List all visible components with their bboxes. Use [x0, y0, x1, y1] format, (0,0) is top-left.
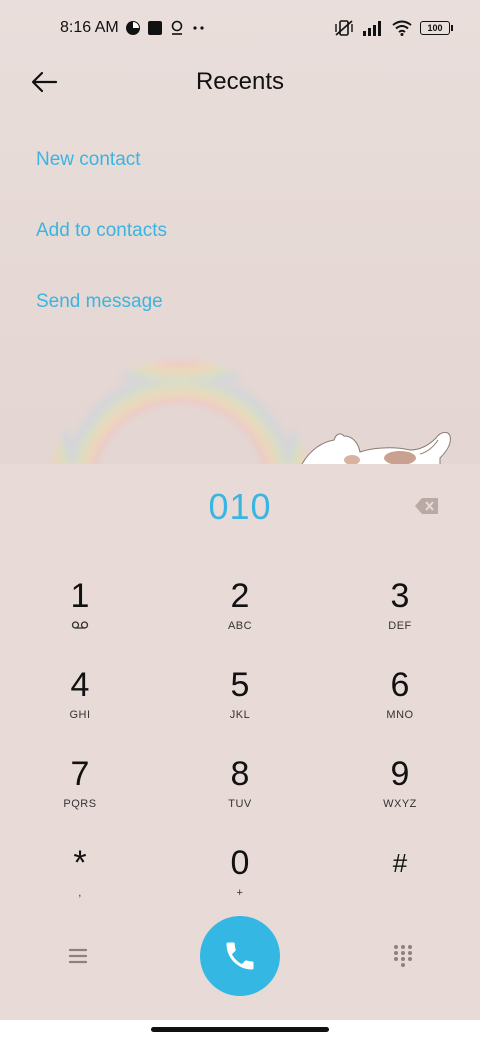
more-dots-icon	[191, 20, 207, 36]
key-letters: ABC	[227, 620, 253, 632]
new-contact-link[interactable]: New contact	[36, 140, 167, 211]
wifi-icon	[392, 20, 412, 36]
key-2[interactable]: 2 ABC	[160, 576, 320, 665]
backspace-icon	[415, 498, 438, 514]
menu-button[interactable]	[66, 946, 90, 966]
key-digit: 0	[230, 844, 250, 882]
key-digit: 8	[230, 755, 250, 793]
dialed-number: 010	[208, 486, 272, 527]
data-saver-icon	[125, 20, 141, 36]
dialpad-icon	[394, 945, 412, 967]
key-letters: PQRS	[63, 798, 97, 810]
key-letters: GHI	[69, 709, 91, 721]
key-digit: *	[73, 844, 87, 882]
signal-icon	[362, 20, 384, 36]
square-notification-icon	[147, 20, 163, 36]
key-8[interactable]: 8 TUV	[160, 754, 320, 843]
key-letters: DEF	[388, 620, 412, 632]
key-letters: +	[236, 887, 244, 899]
key-digit: 3	[390, 577, 410, 615]
mute-vibrate-icon	[334, 19, 354, 37]
header: Recents	[0, 56, 480, 108]
key-digit: 2	[230, 577, 250, 615]
dial-pad: 010 1 2 ABC 3 DEF 4 GHI 5 JKL 6 MNO 7 PQ…	[0, 464, 480, 1020]
key-digit: 4	[70, 666, 90, 704]
voicemail-icon	[71, 620, 89, 634]
key-digit: 9	[390, 755, 410, 793]
key-4[interactable]: 4 GHI	[0, 665, 160, 754]
arrow-left-icon	[31, 71, 58, 93]
action-list: New contact Add to contacts Send message	[36, 140, 167, 353]
battery-icon: 100	[420, 21, 453, 35]
key-digit: 5	[230, 666, 250, 704]
keypad-grid: 1 2 ABC 3 DEF 4 GHI 5 JKL 6 MNO 7 PQRS 8…	[0, 576, 480, 932]
backspace-button[interactable]	[414, 496, 440, 516]
send-message-link[interactable]: Send message	[36, 282, 167, 353]
key-letters: JKL	[229, 709, 251, 721]
key-digit: 6	[390, 666, 410, 704]
dialer-bottom-bar	[0, 916, 480, 996]
home-indicator[interactable]	[151, 1027, 329, 1032]
page-title: Recents	[195, 68, 285, 95]
key-1[interactable]: 1	[0, 576, 160, 665]
cat-illustration	[301, 431, 451, 464]
key-letters: MNO	[386, 709, 414, 721]
back-button[interactable]	[30, 68, 60, 96]
key-letters: ,	[78, 887, 82, 899]
keypad-toggle-button[interactable]	[392, 944, 414, 968]
add-to-contacts-link[interactable]: Add to contacts	[36, 211, 167, 282]
key-digit: #	[392, 848, 408, 878]
call-button[interactable]	[200, 916, 280, 996]
status-bar: 8:16 AM 100	[0, 0, 480, 56]
key-7[interactable]: 7 PQRS	[0, 754, 160, 843]
navigation-bar	[0, 1020, 480, 1040]
key-digit: 7	[70, 755, 90, 793]
key-letters: TUV	[228, 798, 252, 810]
location-icon	[169, 20, 185, 36]
hamburger-icon	[68, 948, 88, 964]
key-letters: WXYZ	[383, 798, 417, 810]
key-3[interactable]: 3 DEF	[320, 576, 480, 665]
key-6[interactable]: 6 MNO	[320, 665, 480, 754]
key-digit: 1	[70, 577, 90, 615]
status-time: 8:16 AM	[60, 19, 119, 36]
key-5[interactable]: 5 JKL	[160, 665, 320, 754]
rainbow-decoration	[50, 360, 310, 464]
key-9[interactable]: 9 WXYZ	[320, 754, 480, 843]
phone-icon	[226, 942, 254, 970]
